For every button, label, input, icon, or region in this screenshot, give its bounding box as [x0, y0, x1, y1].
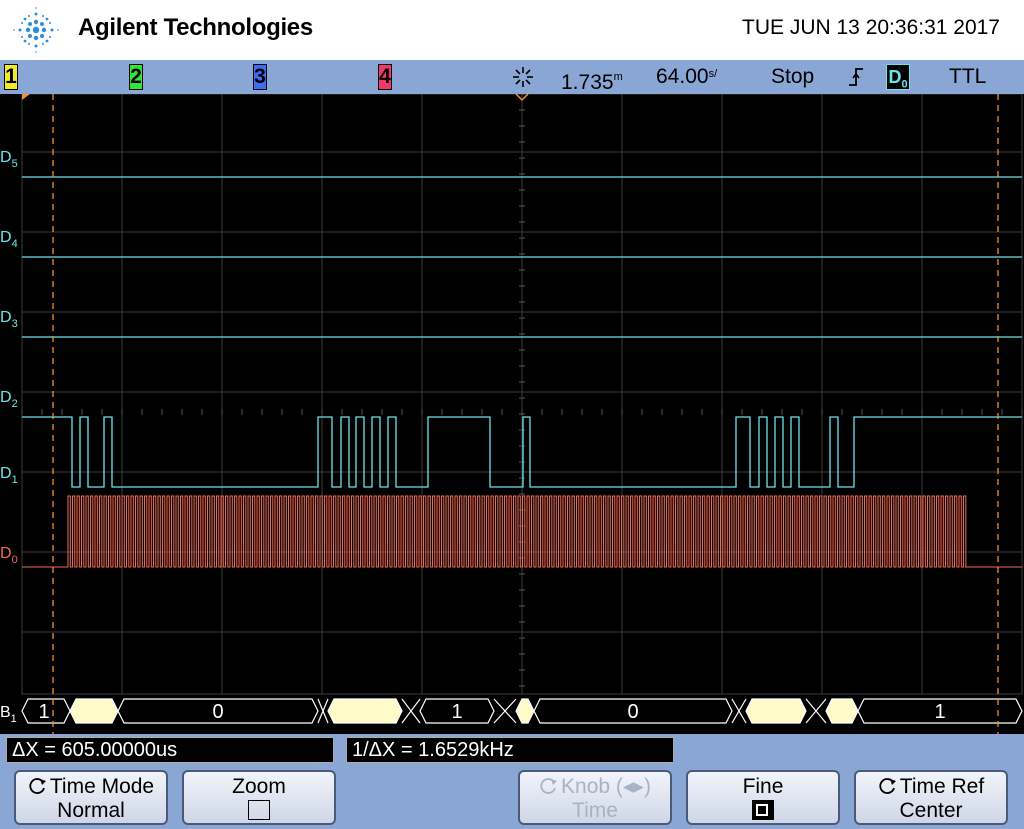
rotate-icon	[540, 778, 558, 794]
delay-number: 1.735	[561, 71, 614, 94]
channel-3-indicator[interactable]: 3	[253, 64, 267, 90]
zoom-softkey[interactable]: Zoom	[182, 770, 336, 825]
fine-softkey[interactable]: Fine	[686, 770, 840, 825]
inverse-delta-x-readout: 1/ΔX = 1.6529kHz	[346, 737, 674, 763]
trigger-source[interactable]: D0	[886, 64, 910, 91]
bus-label: B1	[0, 704, 17, 725]
bus-segment-active	[745, 698, 807, 724]
delta-x-readout: ΔX = 605.00000us	[6, 737, 334, 763]
bus-segment-active	[825, 698, 859, 724]
rotate-icon	[879, 778, 896, 794]
checkbox-empty-icon	[248, 800, 270, 820]
delay-value[interactable]: 1.735m	[561, 64, 623, 96]
checkbox-checked-icon	[752, 800, 774, 820]
channel-label-d4: D4	[0, 229, 18, 250]
channel-1-indicator[interactable]: 1	[4, 64, 18, 90]
trigger-position-marker	[22, 94, 30, 100]
knob-value: Time	[572, 799, 618, 822]
channel-label-d5: D5	[0, 149, 18, 170]
measurement-bar: ΔX = 605.00000us 1/ΔX = 1.6529kHz	[0, 734, 1024, 766]
datetime: TUE JUN 13 20:36:31 2017	[742, 16, 1000, 39]
status-bar: 1 2 3 4 1.735m 64.00s/ Stop D0 TTL	[0, 60, 1024, 94]
time-ref-softkey[interactable]: Time Ref Center	[854, 770, 1008, 825]
knob-softkey: Knob (◂▸) Time	[518, 770, 672, 825]
time-mode-label: Time Mode	[49, 775, 155, 798]
bus-value: 1	[934, 701, 945, 723]
trigger-source-index: 0	[901, 78, 908, 91]
softkey-bar: Time Mode Normal Zoom Knob (◂▸) Time Fin…	[0, 766, 1024, 829]
timebase-number: 64.00	[656, 65, 709, 88]
bus-value: 0	[212, 701, 223, 723]
delay-unit: m	[613, 71, 623, 83]
brand-name: Agilent Technologies	[78, 14, 313, 41]
rotate-icon	[29, 778, 46, 794]
graticule	[21, 94, 1023, 695]
trigger-source-letter: D	[888, 67, 902, 87]
channel-2-indicator[interactable]: 2	[129, 64, 143, 90]
time-mode-value: Normal	[57, 799, 125, 822]
channel-label-d0: D0	[0, 545, 18, 566]
bus-decode-row: B1 1 0 1 0 1	[0, 698, 1023, 725]
bus-value: 0	[627, 701, 638, 723]
bus-value: 1	[38, 701, 49, 723]
waveform-canvas: D5 D4 D3 D2 D1 D0 B1 1 0 1 0 1	[0, 94, 1023, 734]
bus-value: 1	[451, 701, 462, 723]
trigger-edge-rising-icon[interactable]	[843, 64, 869, 90]
channel-4-indicator[interactable]: 4	[378, 64, 392, 90]
bus-segment-active	[327, 698, 403, 724]
channel-labels: D5 D4 D3 D2 D1 D0	[0, 149, 18, 566]
trace-d0	[22, 495, 1022, 568]
time-mode-softkey[interactable]: Time Mode Normal	[14, 770, 168, 825]
bus-segment-active	[69, 698, 119, 724]
cursors[interactable]	[52, 94, 999, 734]
delay-knob-icon	[513, 67, 533, 87]
channel-label-d2: D2	[0, 389, 18, 410]
threshold-label[interactable]: TTL	[949, 64, 986, 90]
zoom-label: Zoom	[232, 775, 286, 798]
channel-label-d3: D3	[0, 309, 18, 330]
time-ref-value: Center	[899, 799, 963, 822]
waveform-display[interactable]: D5 D4 D3 D2 D1 D0 B1 1 0 1 0 1	[0, 94, 1024, 734]
timebase-unit: s/	[708, 68, 718, 80]
bus-segment-active	[515, 698, 535, 724]
run-state[interactable]: Stop	[771, 64, 814, 90]
time-ref-label: Time Ref	[899, 775, 985, 798]
knob-label: Knob (◂▸)	[561, 775, 651, 798]
header: Agilent Technologies TUE JUN 13 20:36:31…	[0, 0, 1024, 60]
timebase-value[interactable]: 64.00s/	[656, 64, 717, 90]
agilent-spark-logo-icon	[13, 7, 59, 53]
fine-label: Fine	[742, 775, 784, 798]
channel-label-d1: D1	[0, 465, 18, 486]
